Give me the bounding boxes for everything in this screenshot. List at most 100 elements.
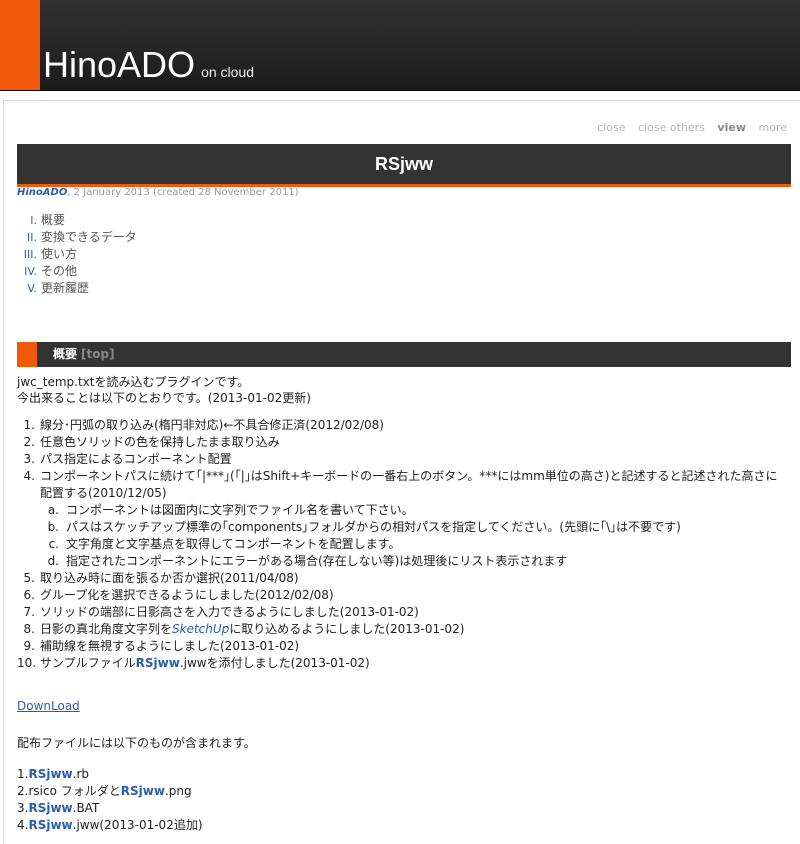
item-number: 8. bbox=[23, 622, 35, 636]
toc-link[interactable]: 概要 bbox=[41, 213, 65, 227]
list-item: 5. 取り込み時に面を張るか否か選択(2011/04/08) bbox=[17, 570, 787, 587]
section-header: 概要 [top] bbox=[17, 342, 791, 367]
author-link[interactable]: HinoADO bbox=[17, 187, 67, 198]
sub-list-item: a. コンポーネントは図面内に文字列でファイル名を書いて下さい。 bbox=[17, 502, 787, 519]
file-suffix: .jww(2013-01-02追加) bbox=[72, 818, 203, 832]
file-suffix: .png bbox=[164, 784, 192, 798]
item-number: 9. bbox=[23, 639, 35, 653]
more-link[interactable]: more bbox=[759, 121, 788, 134]
rsjww-link[interactable]: RSjww bbox=[136, 656, 180, 670]
toc-link[interactable]: その他 bbox=[41, 264, 77, 278]
sub-item-letter: c. bbox=[48, 537, 59, 551]
item-text: 取り込み時に面を張るか否か選択(2011/04/08) bbox=[40, 571, 299, 585]
intro-text: jwc_temp.txtを読み込むプラグインです。 今出来ることは以下のとおりで… bbox=[17, 374, 311, 406]
item-number: 3. bbox=[23, 452, 35, 466]
file-suffix: .rb bbox=[72, 767, 89, 781]
item-number: 6. bbox=[23, 588, 35, 602]
file-prefix: 2.rsico フォルダと bbox=[17, 784, 121, 798]
toc-number: II. bbox=[27, 231, 37, 244]
file-prefix: 3. bbox=[17, 801, 29, 815]
list-item: 3. パス指定によるコンポーネント配置 bbox=[17, 451, 787, 468]
toc-link[interactable]: 更新履歴 bbox=[41, 281, 89, 295]
toc-number: IV. bbox=[24, 265, 37, 278]
feature-list: 1. 線分･円弧の取り込み(楕円非対応)←不具合修正済(2012/02/08) 2… bbox=[17, 417, 787, 672]
top-link[interactable]: [top] bbox=[81, 347, 115, 361]
list-item: 1. 線分･円弧の取り込み(楕円非対応)←不具合修正済(2012/02/08) bbox=[17, 417, 787, 434]
sub-list-item: c. 文字角度と文字基点を取得してコンポーネントを配置します。 bbox=[17, 536, 787, 553]
rsjww-link[interactable]: RSjww bbox=[28, 767, 72, 781]
page-date: , 2 January 2013 (created 28 November 20… bbox=[67, 187, 299, 198]
download-link[interactable]: DownLoad bbox=[17, 699, 80, 713]
site-title[interactable]: HinoADO on cloud bbox=[43, 44, 254, 86]
page-actions: close close others view more bbox=[588, 121, 787, 134]
item-text: 線分･円弧の取り込み(楕円非対応)←不具合修正済(2012/02/08) bbox=[40, 418, 384, 432]
list-item: 9. 補助線を無視するようにしました(2013-01-02) bbox=[17, 638, 787, 655]
item-text: 任意色ソリッドの色を保持したまま取り込み bbox=[40, 435, 280, 449]
intro-line-2: 今出来ることは以下のとおりです。(2013-01-02更新) bbox=[17, 391, 311, 405]
item-text: パス指定によるコンポーネント配置 bbox=[40, 452, 232, 466]
toc-link[interactable]: 使い方 bbox=[41, 247, 77, 261]
toc-item[interactable]: I. 概要 bbox=[17, 212, 137, 229]
file-list: 1.RSjww.rb 2.rsico フォルダとRSjww.png 3.RSjw… bbox=[17, 766, 203, 834]
item-text-pre: サンプルファイル bbox=[40, 656, 136, 670]
rsjww-link[interactable]: RSjww bbox=[121, 784, 165, 798]
item-number: 1. bbox=[23, 418, 35, 432]
sketchup-link[interactable]: SketchUp bbox=[172, 622, 229, 636]
page-title: RSjww bbox=[17, 144, 791, 187]
list-item: 4. コンポーネントパスに続けて｢|***｣(｢|｣はShift+キーボードの一番… bbox=[17, 468, 787, 502]
toc-item[interactable]: III. 使い方 bbox=[17, 246, 137, 263]
site-title-main[interactable]: HinoADO bbox=[43, 44, 195, 85]
file-prefix: 4. bbox=[17, 818, 29, 832]
intro-line-1: jwc_temp.txtを読み込むプラグインです。 bbox=[17, 375, 250, 389]
section-accent-block bbox=[17, 342, 37, 367]
item-number: 2. bbox=[23, 435, 35, 449]
item-text: グループ化を選択できるようにしました(2012/02/08) bbox=[40, 588, 334, 602]
sub-item-letter: b. bbox=[47, 520, 59, 534]
file-item: 2.rsico フォルダとRSjww.png bbox=[17, 783, 203, 800]
section-title-text: 概要 bbox=[53, 347, 78, 361]
item-text-pre: 日影の真北角度文字列を bbox=[40, 622, 173, 636]
toc-number: III. bbox=[23, 248, 37, 261]
sub-item-text: 文字角度と文字基点を取得してコンポーネントを配置します。 bbox=[66, 537, 401, 551]
sub-item-text: コンポーネントは図面内に文字列でファイル名を書いて下さい。 bbox=[66, 503, 414, 517]
distribution-intro: 配布ファイルには以下のものが含まれます。 bbox=[17, 736, 256, 750]
file-item: 4.RSjww.jww(2013-01-02追加) bbox=[17, 817, 203, 834]
toc-item[interactable]: V. 更新履歴 bbox=[17, 280, 137, 297]
item-text-post: に取り込めるようにしました(2013-01-02) bbox=[229, 622, 465, 636]
list-item: 10. サンプルファイルRSjww.jwwを添付しました(2013-01-02) bbox=[17, 655, 787, 672]
file-item: 1.RSjww.rb bbox=[17, 766, 203, 783]
site-subtitle: on cloud bbox=[201, 64, 254, 80]
list-item: 7. ソリッドの端部に日影高さを入力できるようにしました(2013-01-02) bbox=[17, 604, 787, 621]
toc-item[interactable]: II. 変換できるデータ bbox=[17, 229, 137, 246]
rsjww-link[interactable]: RSjww bbox=[28, 801, 72, 815]
list-item: 2. 任意色ソリッドの色を保持したまま取り込み bbox=[17, 434, 787, 451]
file-prefix: 1. bbox=[17, 767, 29, 781]
item-text: コンポーネントパスに続けて｢|***｣(｢|｣はShift+キーボードの一番右上… bbox=[40, 469, 778, 500]
sub-list-item: b. パスはスケッチアップ標準の｢components｣フォルダからの相対パスを指… bbox=[17, 519, 787, 536]
item-number: 10. bbox=[17, 656, 37, 670]
item-text: ソリッドの端部に日影高さを入力できるようにしました(2013-01-02) bbox=[40, 605, 419, 619]
close-link[interactable]: close bbox=[597, 121, 625, 134]
toc-item[interactable]: IV. その他 bbox=[17, 263, 137, 280]
toc-link[interactable]: 変換できるデータ bbox=[41, 230, 137, 244]
list-item: 8. 日影の真北角度文字列をSketchUpに取り込めるようにしました(2013-… bbox=[17, 621, 787, 638]
list-item: 6. グループ化を選択できるようにしました(2012/02/08) bbox=[17, 587, 787, 604]
sub-item-letter: d. bbox=[47, 554, 59, 568]
item-number: 4. bbox=[23, 469, 35, 483]
item-number: 5. bbox=[23, 571, 35, 585]
close-others-link[interactable]: close others bbox=[638, 121, 705, 134]
sub-item-letter: a. bbox=[47, 503, 59, 517]
page-meta: HinoADO, 2 January 2013 (created 28 Nove… bbox=[17, 187, 299, 198]
file-item: 3.RSjww.BAT bbox=[17, 800, 203, 817]
sub-item-text: 指定されたコンポーネントにエラーがある場合(存在しない等)は処理後にリスト表示さ… bbox=[66, 554, 568, 568]
site-header: HinoADO on cloud bbox=[0, 0, 800, 91]
sub-list-item: d. 指定されたコンポーネントにエラーがある場合(存在しない等)は処理後にリスト表… bbox=[17, 553, 787, 570]
file-suffix: .BAT bbox=[72, 801, 100, 815]
view-link[interactable]: view bbox=[717, 121, 746, 134]
toc-number: I. bbox=[30, 214, 37, 227]
rsjww-link[interactable]: RSjww bbox=[28, 818, 72, 832]
header-accent-block bbox=[0, 0, 40, 90]
item-text: 補助線を無視するようにしました(2013-01-02) bbox=[40, 639, 300, 653]
toc-number: V. bbox=[27, 282, 37, 295]
table-of-contents: I. 概要 II. 変換できるデータ III. 使い方 IV. その他 V. 更新履歴 bbox=[17, 212, 137, 297]
